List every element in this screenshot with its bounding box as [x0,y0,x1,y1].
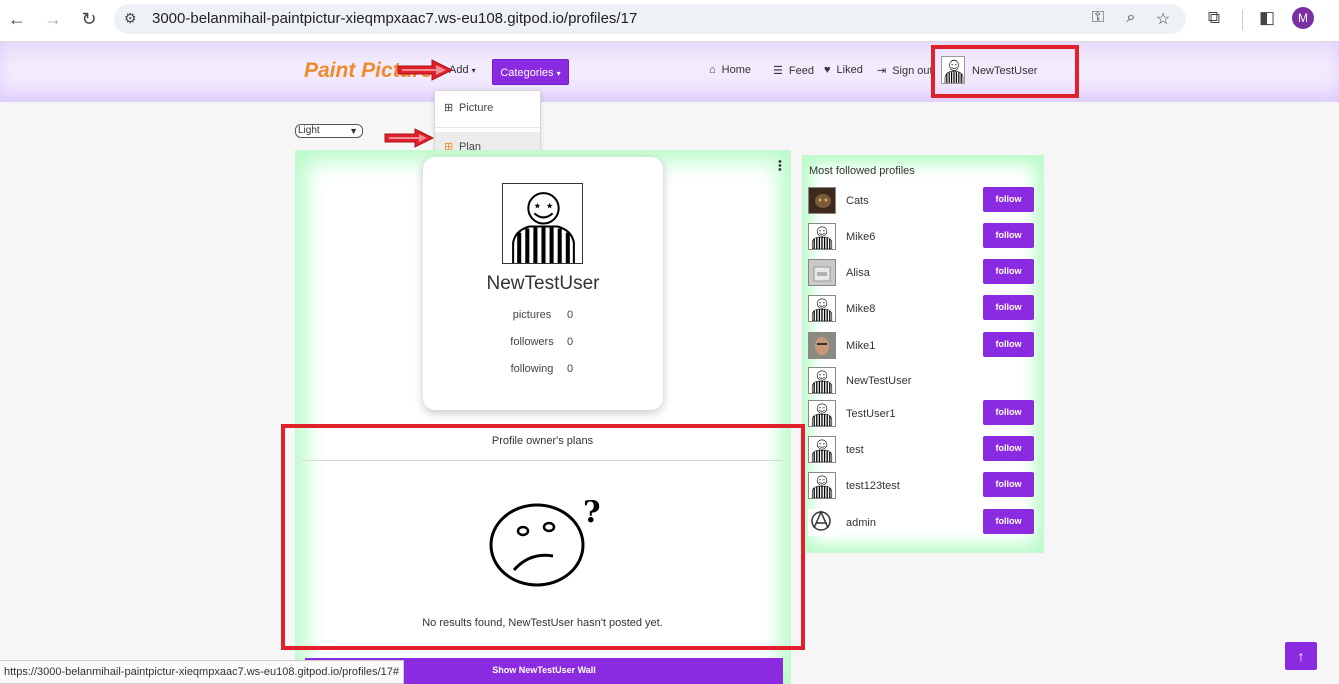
profile-row: admin follow [808,509,1036,537]
site-settings-icon[interactable]: ⚙ [124,10,137,27]
follow-button[interactable]: follow [983,472,1034,497]
more-options-icon[interactable]: • • • [778,157,782,176]
follow-button[interactable]: follow [983,400,1034,425]
add-picture-label: Picture [459,102,494,114]
profile-row: TestUser1 follow [808,400,1036,428]
arrow-up-icon: ↑ [1297,648,1305,664]
profile-avatar[interactable] [808,400,836,427]
profile-name-link[interactable]: Mike8 [846,303,875,315]
profile-name-link[interactable]: Alisa [846,267,870,279]
profile-name-link[interactable]: admin [846,517,876,529]
toolbar-divider [1242,10,1243,30]
back-icon[interactable]: ← [6,8,28,30]
address-bar[interactable]: ⚙ 3000-belanmihail-paintpictur-xieqmpxaa… [114,4,1186,34]
profile-avatar[interactable] [808,367,836,394]
browser-profile-avatar[interactable]: M [1292,7,1314,29]
categories-button[interactable]: Categories ▾ [492,59,569,85]
profile-avatar[interactable] [808,436,836,463]
profile-row: Mike8 follow [808,295,1036,323]
profile-row: test follow [808,436,1036,464]
anarchy-avatar-icon[interactable] [808,509,836,536]
nav-signout-label: Sign out [892,65,933,77]
nav-liked[interactable]: ♥ Liked [824,64,863,76]
profile-avatar[interactable] [808,259,836,286]
stat-following-value: 0 [566,363,574,375]
plus-square-icon: ⊞ [444,102,454,114]
theme-select[interactable]: Light ▼ [295,124,363,138]
address-url[interactable]: 3000-belanmihail-paintpictur-xieqmpxaac7… [152,10,637,27]
scroll-to-top-button[interactable]: ↑ [1285,642,1317,670]
profile-avatar[interactable] [808,223,836,250]
profile-name-link[interactable]: test [846,444,864,456]
follow-button[interactable]: follow [983,223,1034,248]
dropdown-divider [435,127,540,128]
zoom-icon[interactable]: ⌕ [1121,9,1141,27]
follow-button[interactable]: follow [983,187,1034,212]
status-bar-url: https://3000-belanmihail-paintpictur-xie… [0,660,405,684]
annotation-plans-box [281,424,805,650]
stat-followers-value: 0 [566,336,574,348]
stat-pictures-label: pictures [512,309,552,321]
nav-home-label: Home [721,64,751,76]
reload-icon[interactable]: ↻ [78,8,100,30]
annotation-user-box [931,45,1079,98]
bookmark-star-icon[interactable]: ☆ [1153,9,1173,29]
profile-name-link[interactable]: Mike1 [846,340,875,352]
side-panel-icon[interactable]: ◧ [1256,8,1278,28]
nav-home[interactable]: ⌂ Home [709,64,751,76]
profile-avatar[interactable] [808,187,836,214]
extensions-icon[interactable]: ⧉ [1203,8,1225,28]
profile-row: Alisa follow [808,259,1036,287]
follow-button[interactable]: follow [983,259,1034,284]
nav-feed[interactable]: ☰ Feed [773,64,814,77]
stat-followers-label: followers [510,336,554,348]
stat-pictures-value: 0 [566,309,574,321]
profile-avatar [502,183,583,264]
follow-button[interactable]: follow [983,436,1034,461]
profile-row: Mike1 follow [808,332,1036,360]
nav-signout[interactable]: ⇥ Sign out [877,64,933,77]
profile-avatar[interactable] [808,332,836,359]
stat-following-label: following [510,363,554,375]
key-icon[interactable]: ⚿ [1088,9,1108,27]
nav-feed-label: Feed [788,65,814,77]
browser-toolbar: ← → ↻ ⚙ 3000-belanmihail-paintpictur-xie… [0,0,1339,42]
profile-avatar[interactable] [808,472,836,499]
follow-button[interactable]: follow [983,332,1034,357]
profile-name-link[interactable]: Mike6 [846,231,875,243]
profile-name-link[interactable]: Cats [846,195,869,207]
categories-label: Categories [500,67,554,79]
heart-icon: ♥ [824,64,831,76]
chevron-down-icon: ▼ [349,126,358,136]
profile-name-link[interactable]: test123test [846,480,900,492]
theme-selected: Light [298,125,320,136]
caret-down-icon: ▾ [556,69,561,78]
follow-button[interactable]: follow [983,509,1034,534]
nav-liked-label: Liked [836,64,863,76]
list-icon: ☰ [773,65,783,77]
profile-name-link[interactable]: NewTestUser [846,375,911,387]
annotation-arrow-plan [384,128,435,148]
annotation-arrow-add [397,59,454,81]
follow-button[interactable]: follow [983,295,1034,320]
signout-icon: ⇥ [877,65,887,77]
app-navbar: Paint Picture Add ▾ Categories ▾ ⌂ Home ☰… [0,42,1339,102]
profile-card: NewTestUser pictures 0 followers 0 follo… [423,157,663,410]
caret-down-icon: ▾ [471,66,476,75]
profile-row: test123test follow [808,472,1036,500]
profile-name-link[interactable]: TestUser1 [846,408,896,420]
profile-avatar[interactable] [808,295,836,322]
profile-name: NewTestUser [486,273,600,294]
forward-icon[interactable]: → [42,8,64,30]
home-icon: ⌂ [709,64,716,76]
profile-row: Cats follow [808,187,1036,215]
most-followed-title: Most followed profiles [809,165,915,177]
profile-row: NewTestUser [808,367,1036,395]
add-picture-item[interactable]: ⊞ Picture [435,93,540,123]
profile-row: Mike6 follow [808,223,1036,251]
